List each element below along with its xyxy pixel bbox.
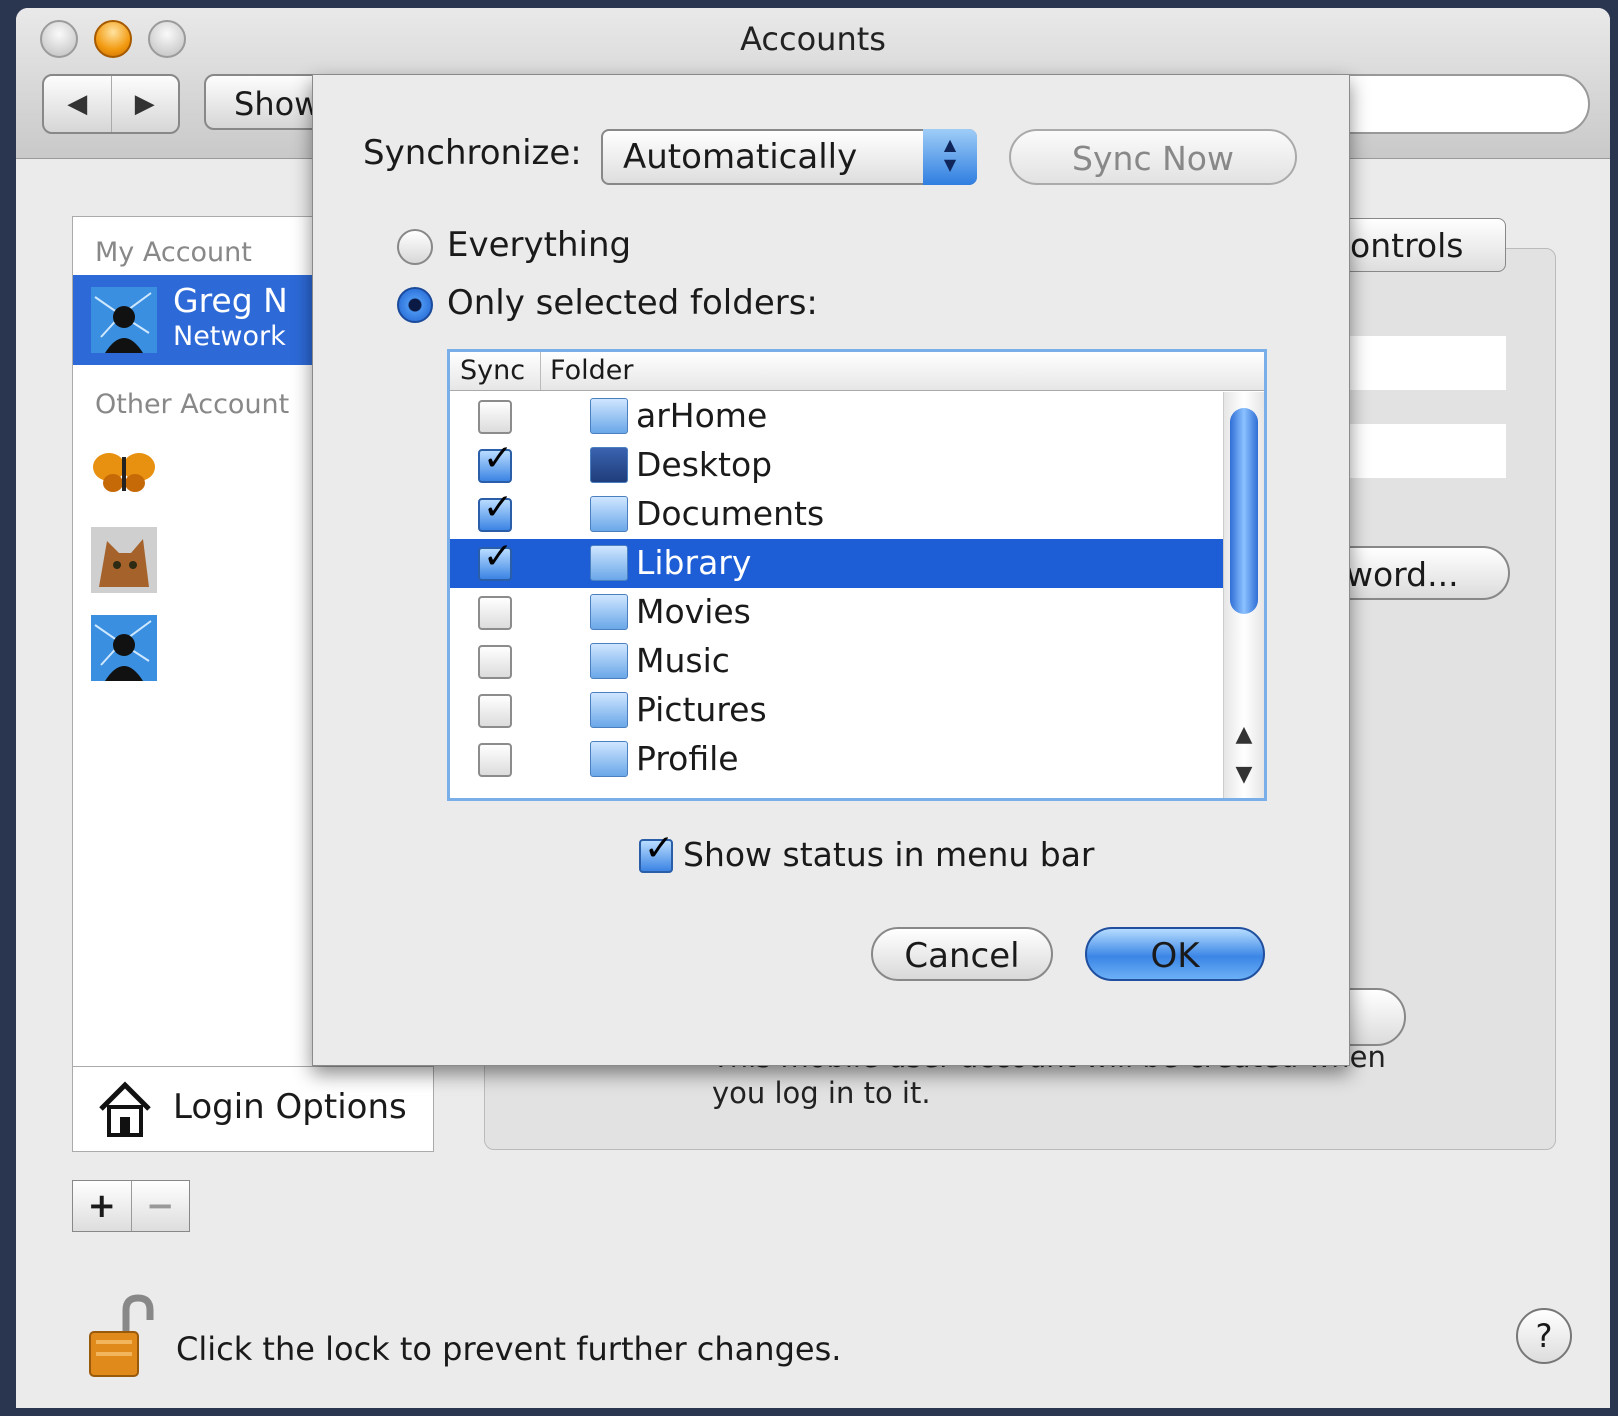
my-account-header: My Account — [95, 237, 252, 268]
forward-arrow-icon[interactable]: ▶ — [112, 76, 179, 132]
folder-list-scrollbar[interactable]: ▲ ▼ — [1223, 392, 1264, 798]
show-status-label: Show status in menu bar — [683, 835, 1095, 874]
column-header-folder[interactable]: Folder — [550, 355, 633, 386]
remove-account-button[interactable]: − — [132, 1181, 190, 1231]
table-row[interactable]: Music — [450, 637, 1224, 686]
pictures-folder-icon — [590, 692, 628, 728]
add-account-button[interactable]: + — [73, 1181, 132, 1231]
scroll-up-arrow-icon[interactable]: ▲ — [1224, 722, 1264, 747]
back-arrow-icon[interactable]: ◀ — [44, 76, 112, 132]
scrollbar-thumb[interactable] — [1230, 408, 1258, 614]
table-row[interactable]: Profile — [450, 735, 1224, 784]
other-accounts-header: Other Account — [95, 389, 290, 420]
music-folder-icon — [590, 643, 628, 679]
sync-checkbox[interactable]: ✓ — [478, 539, 513, 581]
checkmark-icon: ✓ — [483, 487, 514, 528]
folder-icon — [590, 741, 628, 777]
sync-checkbox[interactable] — [478, 694, 512, 728]
scroll-down-arrow-icon[interactable]: ▼ — [1224, 762, 1264, 787]
popup-arrows-icon: ▲ ▼ — [923, 129, 977, 185]
synchronize-value: Automatically — [623, 137, 858, 177]
table-row[interactable]: arHome — [450, 392, 1224, 441]
only-selected-folders-radio[interactable] — [397, 287, 433, 323]
table-row[interactable]: ✓ Library — [450, 539, 1224, 588]
folder-name: arHome — [636, 396, 768, 435]
sync-checkbox[interactable] — [478, 645, 512, 679]
lock-status-text: Click the lock to prevent further change… — [176, 1330, 842, 1368]
folder-rows: arHome ✓ Desktop ✓ Documents ✓ Library Movies Mu… — [450, 392, 1224, 798]
folder-name: Music — [636, 641, 730, 680]
movies-folder-icon — [590, 594, 628, 630]
synchronize-label: Synchronize: — [363, 133, 582, 173]
cat-avatar-icon[interactable] — [91, 527, 157, 593]
everything-radio[interactable] — [397, 229, 433, 265]
login-options-item[interactable]: Login Options — [72, 1066, 434, 1152]
sync-checkbox[interactable]: ✓ — [478, 441, 513, 483]
current-user-role: Network — [173, 321, 286, 352]
folder-icon — [590, 398, 628, 434]
accounts-window: Accounts ◀ ▶ Show All ⚲ Controls word...… — [16, 8, 1610, 1408]
login-options-label: Login Options — [173, 1087, 407, 1127]
everything-radio-label: Everything — [447, 225, 632, 265]
sync-checkbox[interactable]: ✓ — [478, 490, 513, 532]
window-title: Accounts — [740, 20, 886, 58]
cancel-button[interactable]: Cancel — [871, 927, 1053, 981]
desktop-folder-icon — [590, 447, 628, 483]
library-folder-icon — [590, 545, 628, 581]
checkmark-icon: ✓ — [483, 536, 514, 577]
network-user-avatar — [91, 287, 157, 353]
sync-checkbox[interactable] — [478, 743, 512, 777]
folder-name: Profile — [636, 739, 739, 778]
table-row[interactable]: ✓ Documents — [450, 490, 1224, 539]
column-header-sync[interactable]: Sync — [460, 355, 525, 386]
table-row[interactable]: Pictures — [450, 686, 1224, 735]
folder-sync-table: Sync Folder arHome ✓ Desktop ✓ Documents ✓ Lib… — [447, 349, 1267, 801]
back-forward-control: ◀ ▶ — [42, 74, 180, 134]
synchronize-popup[interactable]: Automatically ▲ ▼ — [601, 129, 977, 185]
folder-name: Library — [636, 543, 752, 582]
sync-checkbox[interactable] — [478, 596, 512, 630]
show-status-checkbox[interactable]: ✓ — [639, 831, 674, 873]
mobile-note-line2: you log in to it. — [712, 1076, 931, 1110]
network-user-avatar-icon[interactable] — [91, 615, 157, 681]
house-icon — [99, 1081, 151, 1137]
folder-name: Pictures — [636, 690, 767, 729]
table-header: Sync Folder — [450, 352, 1264, 391]
current-user-name: Greg N — [173, 281, 288, 320]
folder-name: Movies — [636, 592, 751, 631]
help-button[interactable]: ? — [1516, 1308, 1572, 1364]
ok-button[interactable]: OK — [1085, 927, 1265, 981]
sync-settings-sheet: Synchronize: Automatically ▲ ▼ Sync Now E… — [312, 74, 1350, 1066]
documents-folder-icon — [590, 496, 628, 532]
add-remove-control: + − — [72, 1180, 190, 1232]
folder-name: Documents — [636, 494, 825, 533]
unlocked-lock-icon[interactable] — [88, 1294, 158, 1380]
butterfly-avatar-icon[interactable] — [91, 439, 157, 505]
sync-now-button[interactable]: Sync Now — [1009, 129, 1297, 185]
sync-checkbox[interactable] — [478, 400, 512, 434]
checkmark-icon: ✓ — [483, 438, 514, 479]
folder-name: Desktop — [636, 445, 773, 484]
only-selected-folders-label: Only selected folders: — [447, 283, 818, 323]
table-row[interactable]: Movies — [450, 588, 1224, 637]
checkmark-icon: ✓ — [644, 828, 675, 869]
table-row[interactable]: ✓ Desktop — [450, 441, 1224, 490]
